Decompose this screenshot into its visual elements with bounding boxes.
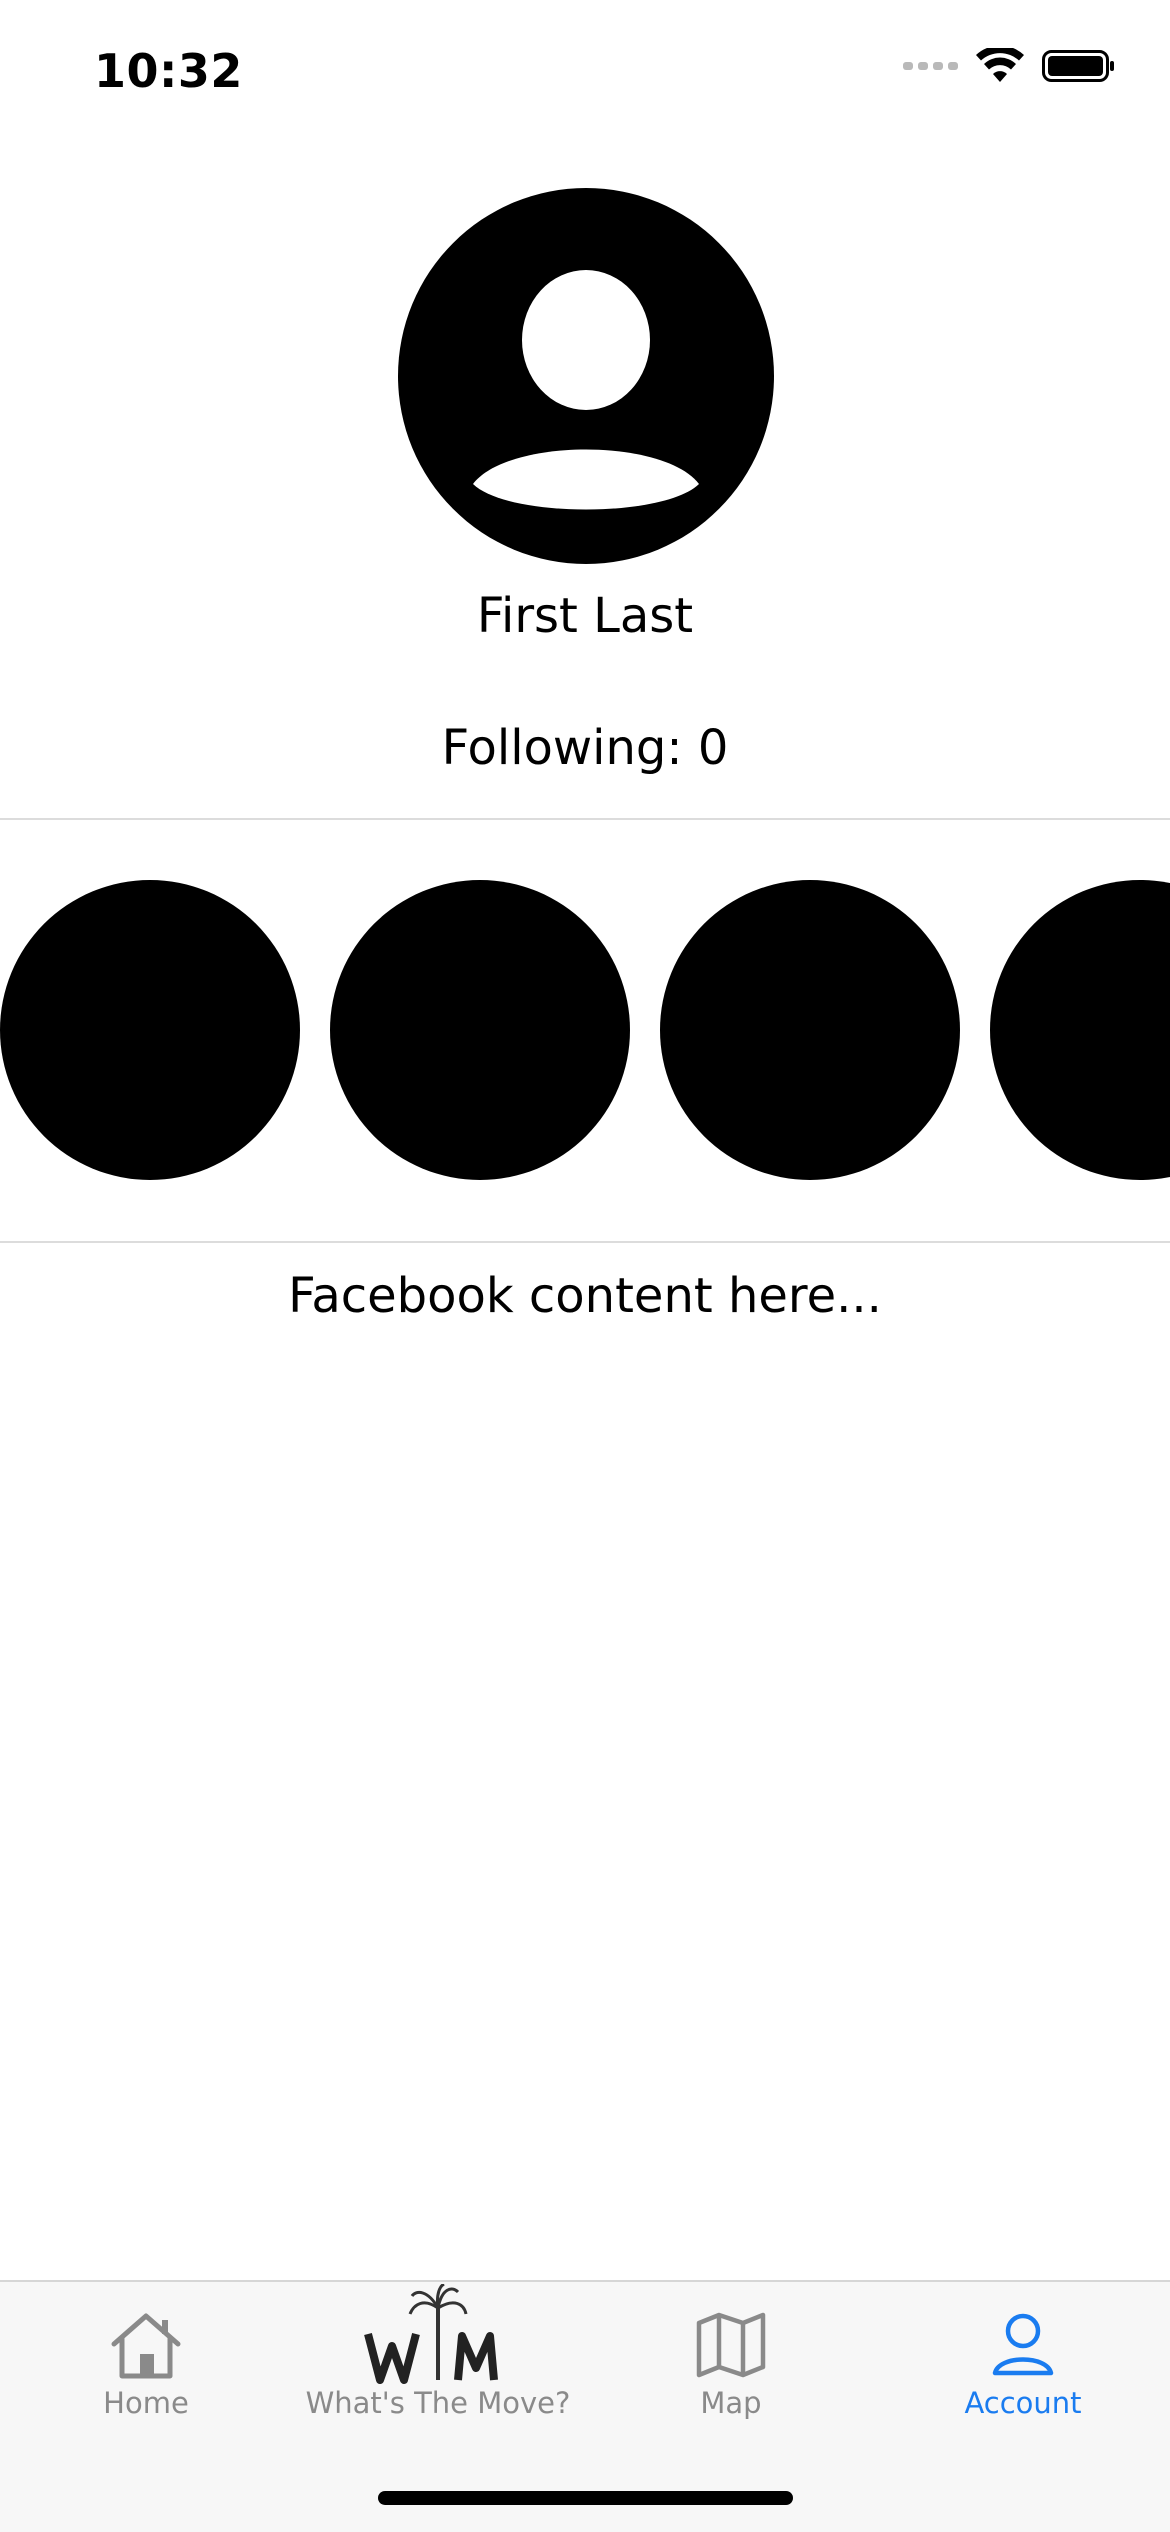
status-icons [903,48,1116,84]
wtm-palm-logo [358,2284,518,2384]
following-carousel[interactable] [0,880,1170,1182]
tab-account-label: Account [964,2386,1082,2420]
divider-top [0,818,1170,820]
user-name: First Last [476,588,694,644]
tab-whats-the-move[interactable]: What's The Move? [292,2282,584,2442]
following-avatar[interactable] [990,880,1170,1180]
tab-map-label: Map [700,2386,762,2420]
battery-icon [1042,50,1114,82]
cellular-signal-icon [903,62,958,70]
tab-home[interactable]: Home [0,2282,292,2442]
following-avatar[interactable] [0,880,300,1180]
status-bar: 10:32 [0,0,1170,150]
following-avatar[interactable] [660,880,960,1180]
person-icon [991,2308,1055,2382]
tab-home-label: Home [103,2386,189,2420]
tab-account[interactable]: Account [877,2282,1169,2442]
following-avatar[interactable] [330,880,630,1180]
divider-bottom [0,1241,1170,1243]
profile-avatar-icon[interactable] [398,188,774,564]
house-icon [106,2308,186,2382]
home-indicator[interactable] [378,2491,793,2505]
tab-whats-the-move-label: What's The Move? [305,2386,571,2420]
following-count[interactable]: Following: 0 [0,720,1170,776]
tab-map[interactable]: Map [585,2282,877,2442]
feed-placeholder: Facebook content here... [288,1268,882,1324]
status-time: 10:32 [94,44,243,98]
map-icon [695,2308,767,2382]
wifi-icon [976,48,1024,82]
account-screen: 10:32 First Last Following: 0 Facebook c… [0,0,1170,2532]
